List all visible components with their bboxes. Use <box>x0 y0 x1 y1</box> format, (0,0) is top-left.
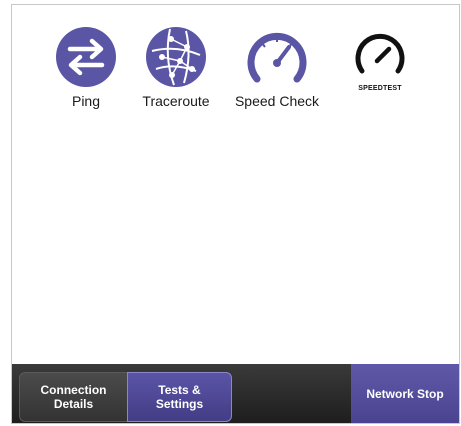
tab-connection-details-line1: Connection <box>40 383 107 397</box>
speedometer-icon <box>247 32 307 83</box>
app-frame: Ping Traceroute Speed Check SPEEDTEST Co… <box>11 4 460 424</box>
traceroute-globe-icon <box>146 27 206 87</box>
speedtest-label: SPEEDTEST <box>358 85 402 92</box>
speedtest-tile[interactable]: SPEEDTEST <box>325 25 435 92</box>
network-stop-button[interactable]: Network Stop <box>351 364 459 423</box>
traceroute-tile[interactable]: Traceroute <box>121 25 231 109</box>
tab-tests-settings-line1: Tests & <box>158 383 201 397</box>
ping-label: Ping <box>71 93 101 109</box>
network-stop-label: Network Stop <box>366 386 444 401</box>
speed-check-label: Speed Check <box>234 93 320 109</box>
tab-tests-settings-line2: Settings <box>155 397 204 411</box>
tab-connection-details-line2: Details <box>53 397 94 411</box>
speed-check-tile[interactable]: Speed Check <box>222 25 332 109</box>
ping-arrows-icon <box>56 27 116 87</box>
tab-tests-settings[interactable]: Tests & Settings <box>127 372 232 422</box>
speedtest-gauge-icon <box>355 33 405 74</box>
bottom-bar: Connection Details Tests & Settings Netw… <box>12 364 459 423</box>
tab-connection-details[interactable]: Connection Details <box>19 372 128 422</box>
traceroute-label: Traceroute <box>142 93 210 109</box>
